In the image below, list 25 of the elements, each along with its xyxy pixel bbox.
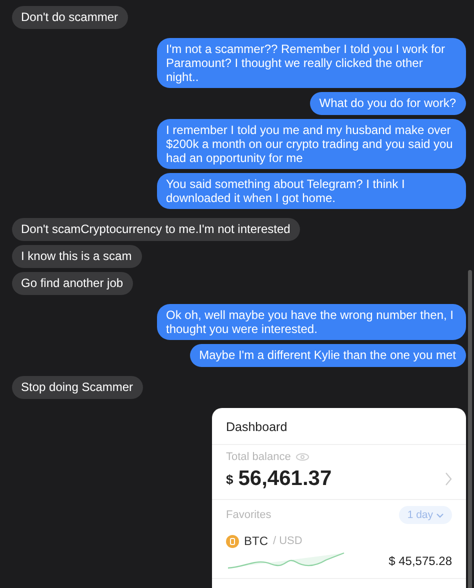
coin-icon bbox=[226, 534, 239, 548]
sent-message: I'm not a scammer?? Remember I told you I work for Paramount? I thought we really clicked the other night.. bbox=[157, 38, 466, 88]
scrollbar[interactable] bbox=[468, 270, 472, 588]
coin-price: $ 45,575.28 bbox=[388, 554, 452, 568]
received-message: Stop doing Scammer bbox=[12, 376, 144, 399]
received-message: I know this is a scam bbox=[12, 245, 142, 268]
balance-label: Total balance bbox=[226, 451, 291, 463]
coin-name: BTC bbox=[244, 534, 268, 548]
sent-message: Ok oh, well maybe you have the wrong number then, I thought you were interested. bbox=[157, 304, 466, 340]
chevron-right-icon[interactable] bbox=[445, 472, 452, 486]
card-title: Dashboard bbox=[212, 408, 466, 445]
sent-message: You said something about Telegram? I think I downloaded it when I got home. bbox=[157, 173, 466, 209]
caret-icon bbox=[436, 512, 444, 518]
received-message: Go find another job bbox=[12, 272, 134, 295]
received-message: Don't scamCryptocurrency to me.I'm not interested bbox=[12, 218, 300, 241]
period-dropdown[interactable]: 1 day bbox=[399, 506, 452, 524]
sent-message: What do you do for work? bbox=[310, 92, 466, 115]
balance-amount: 56,461.37 bbox=[238, 467, 332, 491]
pair-label: / USD bbox=[273, 535, 302, 547]
received-message: Don't do scammer bbox=[12, 6, 128, 29]
sent-message: I remember I told you me and my husband make over $200k a month on our crypto trading and you said you had an opportunity for me bbox=[157, 119, 466, 169]
sent-message: Maybe I'm a different Kylie than the one you met bbox=[190, 344, 466, 367]
currency-sign: $ bbox=[226, 472, 234, 486]
eye-icon bbox=[296, 453, 309, 461]
favorites-label: Favorites bbox=[226, 509, 272, 521]
